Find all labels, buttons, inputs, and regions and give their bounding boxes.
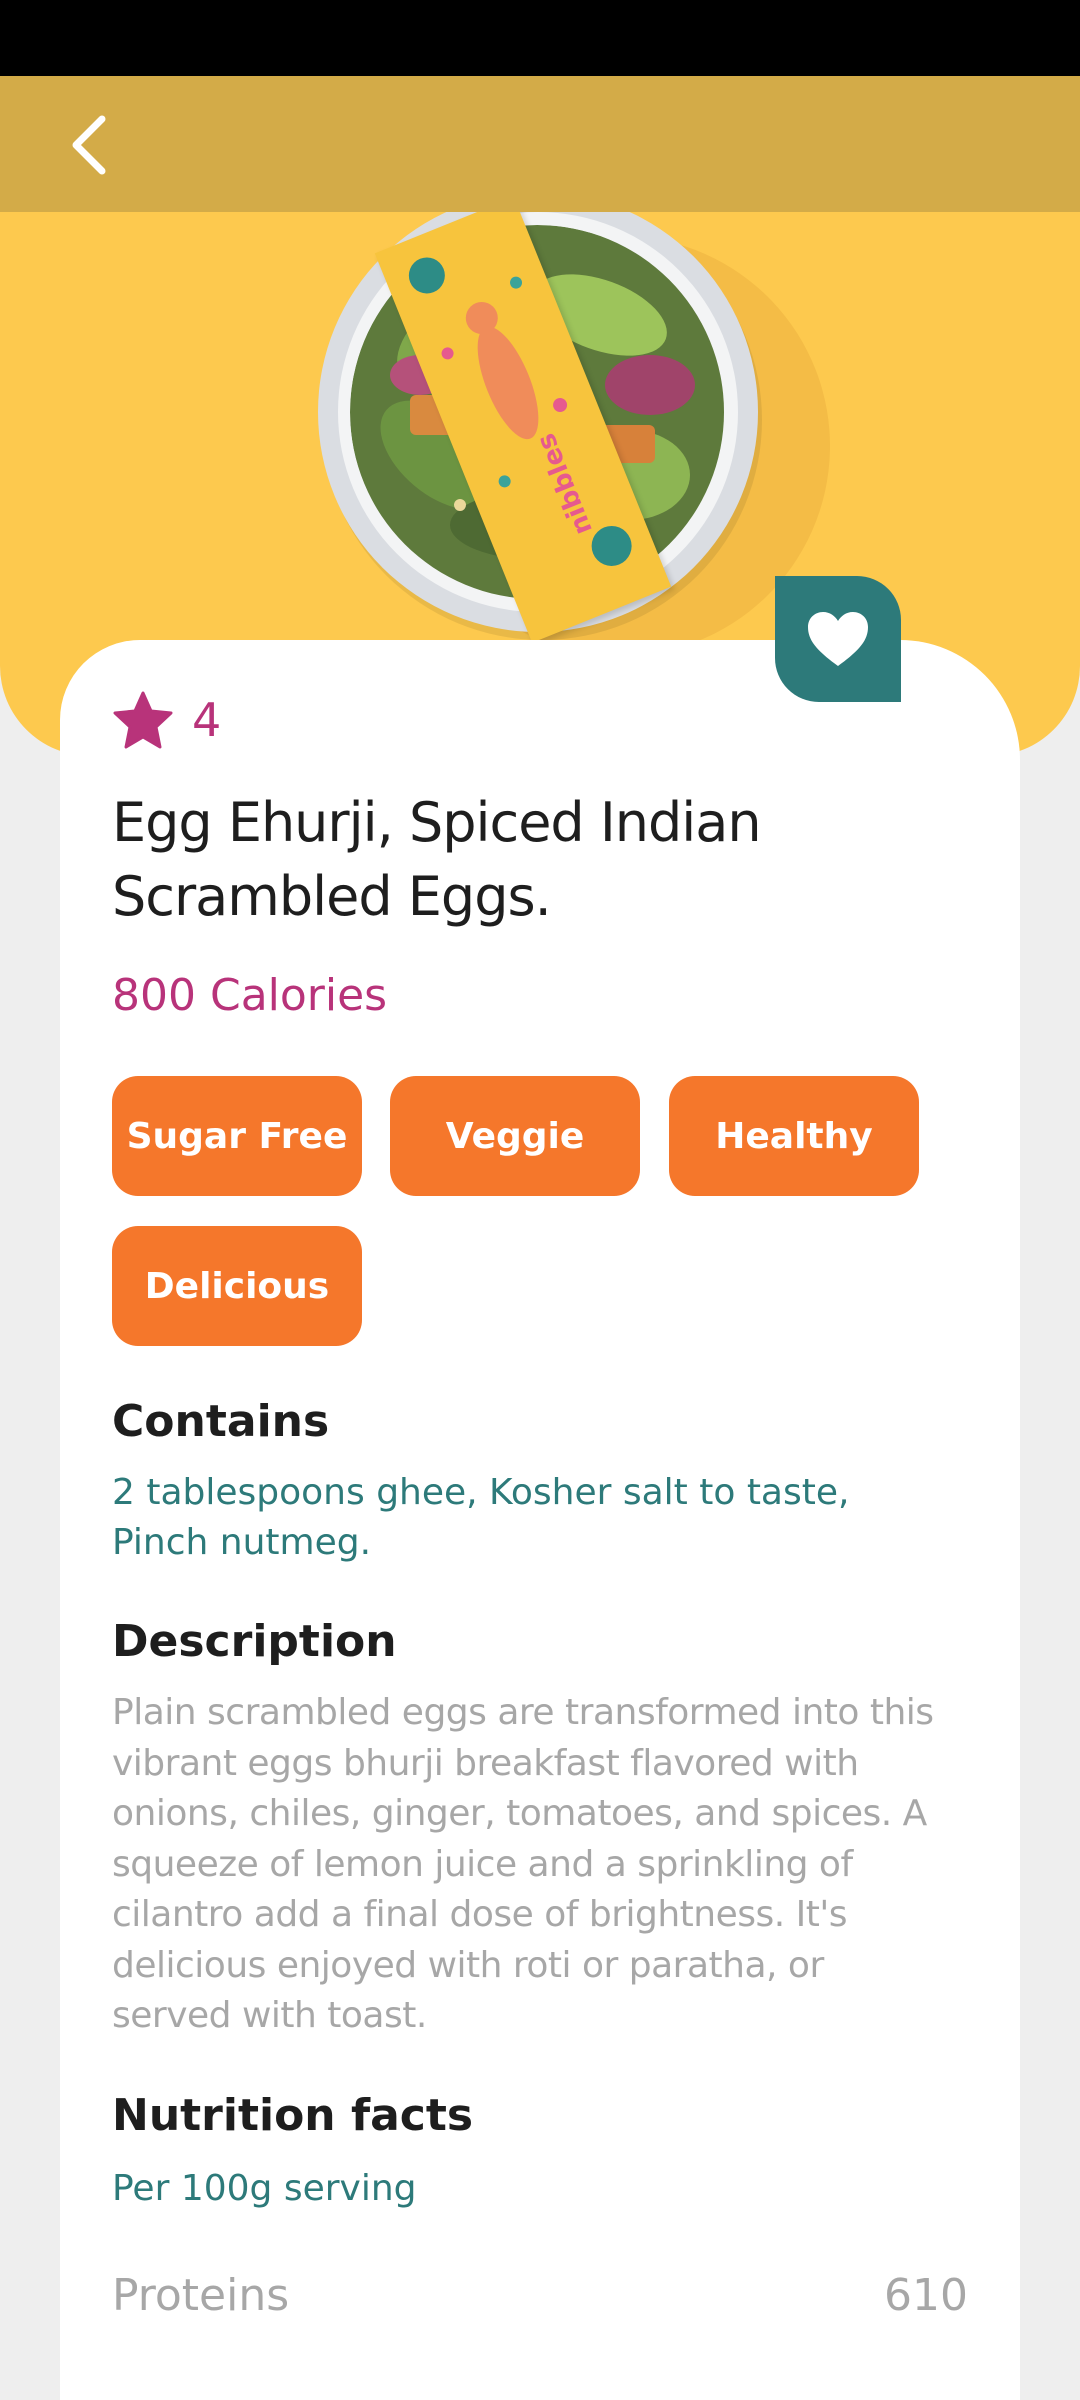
contains-text: 2 tablespoons ghee, Kosher salt to taste… <box>112 1472 850 1563</box>
rating: 4 <box>112 690 221 750</box>
nutrition-heading: Nutrition facts <box>112 2090 474 2141</box>
rating-value: 4 <box>192 693 222 747</box>
back-button[interactable] <box>50 100 130 190</box>
tag-sugar-free[interactable]: Sugar Free <box>112 1076 362 1196</box>
description-heading: Description <box>112 1616 397 1667</box>
heart-icon <box>808 612 868 666</box>
status-bar <box>0 0 1080 76</box>
tag-healthy[interactable]: Healthy <box>669 1076 919 1196</box>
recipe-title: Egg Ehurji, Spiced Indian Scrambled Eggs… <box>112 791 762 928</box>
star-icon <box>113 691 173 749</box>
contains-heading: Contains <box>112 1396 330 1447</box>
nutrition-serving: Per 100g serving <box>112 2168 417 2209</box>
tag-delicious[interactable]: Delicious <box>112 1226 362 1346</box>
nutrition-label-proteins: Proteins <box>112 2270 290 2321</box>
nutrition-value-proteins: 610 <box>884 2270 968 2321</box>
favorite-button[interactable] <box>775 576 901 702</box>
calories: 800 Calories <box>112 970 388 1021</box>
description-text: Plain scrambled eggs are transformed int… <box>112 1692 934 2036</box>
chevron-left-icon <box>72 115 106 175</box>
tag-veggie[interactable]: Veggie <box>390 1076 640 1196</box>
app-bar <box>0 76 1080 212</box>
nutrition-row: Proteins 610 <box>112 2270 968 2321</box>
